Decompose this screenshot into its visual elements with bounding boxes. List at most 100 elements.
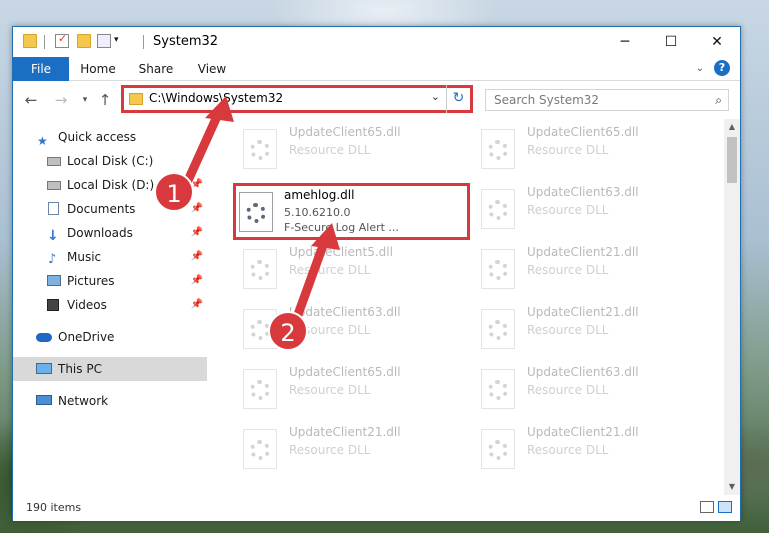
gear-icon xyxy=(488,140,508,160)
file-version: 5.10.6210.0 xyxy=(284,206,351,219)
gear-icon xyxy=(250,380,270,400)
gear-icon xyxy=(250,140,270,160)
sidebar-item-network[interactable]: Network xyxy=(13,389,207,413)
tab-view[interactable]: View xyxy=(189,57,235,81)
close-button[interactable]: ✕ xyxy=(694,27,740,57)
gear-icon xyxy=(488,260,508,280)
ribbon: File Home Share View ⌄ ? xyxy=(13,57,740,81)
pin-icon[interactable]: 📌 xyxy=(191,149,203,173)
up-arrow-icon[interactable]: ↑ xyxy=(95,90,115,110)
pin-icon[interactable]: 📌 xyxy=(191,245,203,269)
list-item[interactable]: UpdateClient65.dll Resource DLL xyxy=(233,361,463,419)
sidebar-item-quick-access[interactable]: ★ Quick access xyxy=(13,125,207,149)
star-icon: ★ xyxy=(37,134,48,148)
gear-icon xyxy=(488,320,508,340)
address-row: ← → ▾ ↑ C:\Windows\System32 ⌄ ↻ Search S… xyxy=(13,81,740,119)
dll-file-icon xyxy=(243,369,277,409)
drive-icon xyxy=(47,181,61,190)
dll-file-icon xyxy=(239,192,273,232)
network-icon xyxy=(36,395,52,405)
vertical-scrollbar[interactable]: ▲ ▼ xyxy=(724,119,740,495)
file-name: amehlog.dll xyxy=(284,188,355,202)
customize-icon[interactable] xyxy=(97,34,111,48)
list-item[interactable]: UpdateClient21.dll Resource DLL xyxy=(471,301,701,359)
scroll-up-icon[interactable]: ▲ xyxy=(724,119,740,135)
download-icon: ↓ xyxy=(47,228,59,244)
pin-icon[interactable]: 📌 xyxy=(191,221,203,245)
address-bar[interactable]: C:\Windows\System32 ⌄ ↻ xyxy=(121,85,473,113)
dll-file-icon xyxy=(481,309,515,349)
list-item[interactable]: UpdateClient65.dll Resource DLL xyxy=(233,121,463,179)
drive-icon xyxy=(47,157,61,166)
gear-icon xyxy=(488,440,508,460)
sidebar-item-music[interactable]: ♪ Music 📌 xyxy=(13,245,207,269)
sidebar-item-local-disk-c[interactable]: Local Disk (C:) 📌 xyxy=(13,149,207,173)
minimize-button[interactable]: ─ xyxy=(602,27,648,57)
scroll-thumb[interactable] xyxy=(727,137,737,183)
scroll-down-icon[interactable]: ▼ xyxy=(724,479,740,495)
back-arrow-icon[interactable]: ← xyxy=(21,90,41,110)
tiles-view-icon[interactable] xyxy=(718,501,732,513)
folder-icon xyxy=(129,93,143,105)
file-list: UpdateClient65.dll Resource DLL UpdateCl… xyxy=(223,119,728,495)
ribbon-controls: ⌄ ? xyxy=(696,60,730,76)
search-input[interactable]: Search System32 ⌕ xyxy=(485,89,729,111)
documents-icon xyxy=(48,202,59,215)
list-item[interactable]: UpdateClient63.dll Resource DLL xyxy=(471,361,701,419)
dll-file-icon xyxy=(243,429,277,469)
dll-file-icon xyxy=(481,249,515,289)
new-folder-icon[interactable] xyxy=(77,34,91,48)
file-description: F-Secure Log Alert ... xyxy=(284,221,399,234)
help-icon[interactable]: ? xyxy=(714,60,730,76)
gear-icon xyxy=(250,320,270,340)
gear-icon xyxy=(250,260,270,280)
list-item[interactable]: UpdateClient65.dll Resource DLL xyxy=(471,121,701,179)
list-item[interactable]: UpdateClient5.dll Resource DLL xyxy=(233,241,463,299)
step-2-callout: 2 xyxy=(268,311,308,351)
list-item[interactable]: UpdateClient21.dll Resource DLL xyxy=(471,241,701,299)
computer-icon xyxy=(36,363,52,374)
cloud-icon xyxy=(36,333,52,342)
title-bar: ✓ ▾ System32 ─ ☐ ✕ xyxy=(13,27,740,57)
pin-icon[interactable]: 📌 xyxy=(191,197,203,221)
dll-file-icon xyxy=(481,429,515,469)
dll-file-icon xyxy=(481,129,515,169)
search-icon[interactable]: ⌕ xyxy=(715,93,722,108)
expand-ribbon-icon[interactable]: ⌄ xyxy=(696,63,704,74)
dll-file-icon xyxy=(243,249,277,289)
sidebar-item-pictures[interactable]: Pictures 📌 xyxy=(13,269,207,293)
gear-icon xyxy=(488,380,508,400)
step-1-callout: 1 xyxy=(154,172,194,212)
pin-icon[interactable]: 📌 xyxy=(191,269,203,293)
sidebar-item-downloads[interactable]: ↓ Downloads 📌 xyxy=(13,221,207,245)
details-view-icon[interactable] xyxy=(700,501,714,513)
tab-share[interactable]: Share xyxy=(133,57,179,81)
folder-icon xyxy=(23,34,37,48)
tab-file[interactable]: File xyxy=(13,57,69,81)
sidebar-item-onedrive[interactable]: OneDrive xyxy=(13,325,207,349)
view-toggle xyxy=(700,501,732,513)
gear-icon xyxy=(246,203,266,223)
pin-icon[interactable]: 📌 xyxy=(191,293,203,317)
highlighted-file-item[interactable]: amehlog.dll 5.10.6210.0 F-Secure Log Ale… xyxy=(233,183,470,240)
chevron-down-icon[interactable]: ⌄ xyxy=(431,90,440,103)
window-title: System32 xyxy=(153,34,219,49)
sidebar-item-videos[interactable]: Videos 📌 xyxy=(13,293,207,317)
refresh-icon[interactable]: ↻ xyxy=(446,85,470,113)
forward-arrow-icon[interactable]: → xyxy=(51,90,71,110)
sidebar-item-this-pc[interactable]: This PC xyxy=(13,357,207,381)
dll-file-icon xyxy=(481,369,515,409)
list-item[interactable]: UpdateClient63.dll Resource DLL xyxy=(471,181,701,239)
list-item[interactable]: UpdateClient21.dll Resource DLL xyxy=(471,421,701,479)
dll-file-icon xyxy=(243,129,277,169)
maximize-button[interactable]: ☐ xyxy=(648,27,694,57)
tab-home[interactable]: Home xyxy=(75,57,121,81)
dll-file-icon xyxy=(481,189,515,229)
divider xyxy=(44,35,45,49)
properties-icon[interactable]: ✓ xyxy=(55,32,69,48)
search-placeholder: Search System32 xyxy=(494,93,600,107)
chevron-down-icon[interactable]: ▾ xyxy=(114,35,119,45)
gear-icon xyxy=(488,200,508,220)
list-item[interactable]: UpdateClient21.dll Resource DLL xyxy=(233,421,463,479)
recent-locations-icon[interactable]: ▾ xyxy=(75,90,95,110)
